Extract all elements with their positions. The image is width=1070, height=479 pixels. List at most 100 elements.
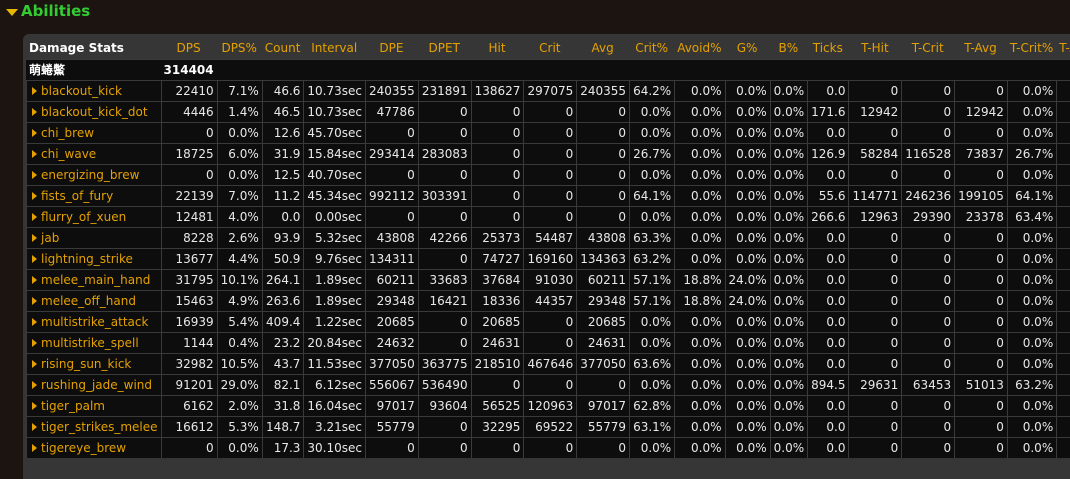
- actor-empty-cell: [674, 59, 725, 80]
- ability-name-cell[interactable]: jab: [26, 227, 161, 248]
- ability-name-cell[interactable]: chi_wave: [26, 143, 161, 164]
- expand-arrow-icon[interactable]: [32, 381, 37, 389]
- column-header[interactable]: Hit: [471, 37, 524, 59]
- column-header[interactable]: B%: [770, 37, 808, 59]
- expand-arrow-icon[interactable]: [32, 129, 37, 137]
- ability-name[interactable]: rising_sun_kick: [41, 357, 131, 371]
- column-header[interactable]: T-Avg: [954, 37, 1007, 59]
- expand-arrow-icon[interactable]: [32, 360, 37, 368]
- column-header[interactable]: Avoid%: [674, 37, 724, 59]
- ability-name-cell[interactable]: fists_of_fury: [26, 185, 161, 206]
- ability-name[interactable]: blackout_kick: [41, 84, 122, 98]
- ability-name[interactable]: chi_wave: [41, 147, 96, 161]
- ability-name[interactable]: rushing_jade_wind: [41, 378, 152, 392]
- column-header[interactable]: Interval: [303, 37, 365, 59]
- ability-name-cell[interactable]: tigereye_brew: [26, 437, 161, 458]
- ability-name[interactable]: flurry_of_xuen: [41, 210, 126, 224]
- table-cell: 0: [523, 185, 577, 206]
- column-header[interactable]: DPS: [161, 37, 217, 59]
- column-header[interactable]: DPE: [365, 37, 418, 59]
- ability-name-cell[interactable]: multistrike_attack: [26, 311, 161, 332]
- ability-name-cell[interactable]: blackout_kick_dot: [26, 101, 161, 122]
- expand-arrow-icon[interactable]: [32, 297, 37, 305]
- table-cell: 1.4%: [216, 101, 262, 122]
- table-cell: 126.9: [807, 143, 849, 164]
- expand-arrow-icon[interactable]: [32, 255, 37, 263]
- ability-name-cell[interactable]: tiger_palm: [26, 395, 161, 416]
- expand-arrow-icon[interactable]: [32, 150, 37, 158]
- table-cell: 240355: [365, 80, 418, 101]
- expand-arrow-icon[interactable]: [32, 444, 37, 452]
- expand-arrow-icon[interactable]: [32, 171, 37, 179]
- ability-name[interactable]: jab: [41, 231, 59, 245]
- table-cell: 0.0%: [629, 122, 675, 143]
- table-cell: 0: [523, 374, 577, 395]
- ability-name[interactable]: tigereye_brew: [41, 441, 126, 455]
- column-header[interactable]: Ticks: [807, 37, 848, 59]
- expand-arrow-icon[interactable]: [32, 318, 37, 326]
- table-cell: 0: [470, 206, 524, 227]
- table-cell: 62.8%: [629, 395, 675, 416]
- column-header[interactable]: Crit: [523, 37, 576, 59]
- table-cell: 0: [160, 437, 217, 458]
- ability-name-cell[interactable]: melee_off_hand: [26, 290, 161, 311]
- table-cell: 0.00sec: [303, 206, 365, 227]
- expand-triangle-icon[interactable]: [6, 8, 18, 16]
- ability-name[interactable]: energizing_brew: [41, 168, 139, 182]
- table-cell: 10.5%: [216, 353, 262, 374]
- table-cell: 0: [848, 416, 902, 437]
- table-cell: 0: [901, 332, 955, 353]
- damage-stats-panel: Damage Stats DPS DPS% Count Interval DPE DPET…: [23, 34, 1070, 479]
- ability-name-cell[interactable]: multistrike_spell: [26, 332, 161, 353]
- table-cell: 0: [417, 332, 471, 353]
- expand-arrow-icon[interactable]: [32, 192, 37, 200]
- expand-arrow-icon[interactable]: [32, 339, 37, 347]
- ability-name-cell[interactable]: blackout_kick: [26, 80, 161, 101]
- column-header[interactable]: Count: [262, 37, 304, 59]
- table-cell: 58284: [848, 143, 902, 164]
- column-header[interactable]: Avg: [576, 37, 629, 59]
- ability-name[interactable]: blackout_kick_dot: [41, 105, 148, 119]
- ability-name-cell[interactable]: rising_sun_kick: [26, 353, 161, 374]
- column-header[interactable]: T-Avoid%: [1056, 37, 1070, 59]
- table-cell: 4446: [160, 101, 217, 122]
- ability-name-cell[interactable]: lightning_strike: [26, 248, 161, 269]
- table-cell: 0: [576, 164, 630, 185]
- expand-arrow-icon[interactable]: [32, 213, 37, 221]
- ability-name-cell[interactable]: rushing_jade_wind: [26, 374, 161, 395]
- table-title: Damage Stats: [29, 41, 124, 55]
- ability-name[interactable]: multistrike_attack: [41, 315, 148, 329]
- ability-name-cell[interactable]: energizing_brew: [26, 164, 161, 185]
- ability-name-cell[interactable]: flurry_of_xuen: [26, 206, 161, 227]
- abilities-section-header[interactable]: Abilities: [6, 2, 90, 20]
- ability-name-cell[interactable]: chi_brew: [26, 122, 161, 143]
- expand-arrow-icon[interactable]: [32, 234, 37, 242]
- ability-name[interactable]: chi_brew: [41, 126, 94, 140]
- column-header[interactable]: G%: [725, 37, 770, 59]
- column-header[interactable]: DPS%: [217, 37, 262, 59]
- table-cell: 12963: [848, 206, 902, 227]
- expand-arrow-icon[interactable]: [32, 423, 37, 431]
- column-header[interactable]: DPET: [418, 37, 471, 59]
- ability-name-cell[interactable]: melee_main_hand: [26, 269, 161, 290]
- expand-arrow-icon[interactable]: [32, 108, 37, 116]
- expand-arrow-icon[interactable]: [32, 276, 37, 284]
- expand-arrow-icon[interactable]: [32, 402, 37, 410]
- ability-name[interactable]: multistrike_spell: [41, 336, 139, 350]
- ability-name[interactable]: tiger_palm: [41, 399, 105, 413]
- table-cell: 231891: [417, 80, 471, 101]
- ability-name[interactable]: fists_of_fury: [41, 189, 113, 203]
- ability-name[interactable]: melee_main_hand: [41, 273, 150, 287]
- column-header[interactable]: T-Crit%: [1007, 37, 1056, 59]
- ability-name[interactable]: melee_off_hand: [41, 294, 136, 308]
- table-cell: 30.10sec: [303, 437, 365, 458]
- expand-arrow-icon[interactable]: [32, 87, 37, 95]
- ability-name-cell[interactable]: tiger_strikes_melee: [26, 416, 161, 437]
- table-cell: 11.53sec: [303, 353, 365, 374]
- column-header[interactable]: T-Crit: [901, 37, 954, 59]
- ability-name[interactable]: lightning_strike: [41, 252, 133, 266]
- table-cell: 6162: [160, 395, 217, 416]
- ability-name[interactable]: tiger_strikes_melee: [41, 420, 158, 434]
- column-header[interactable]: T-Hit: [848, 37, 901, 59]
- column-header[interactable]: Crit%: [629, 37, 674, 59]
